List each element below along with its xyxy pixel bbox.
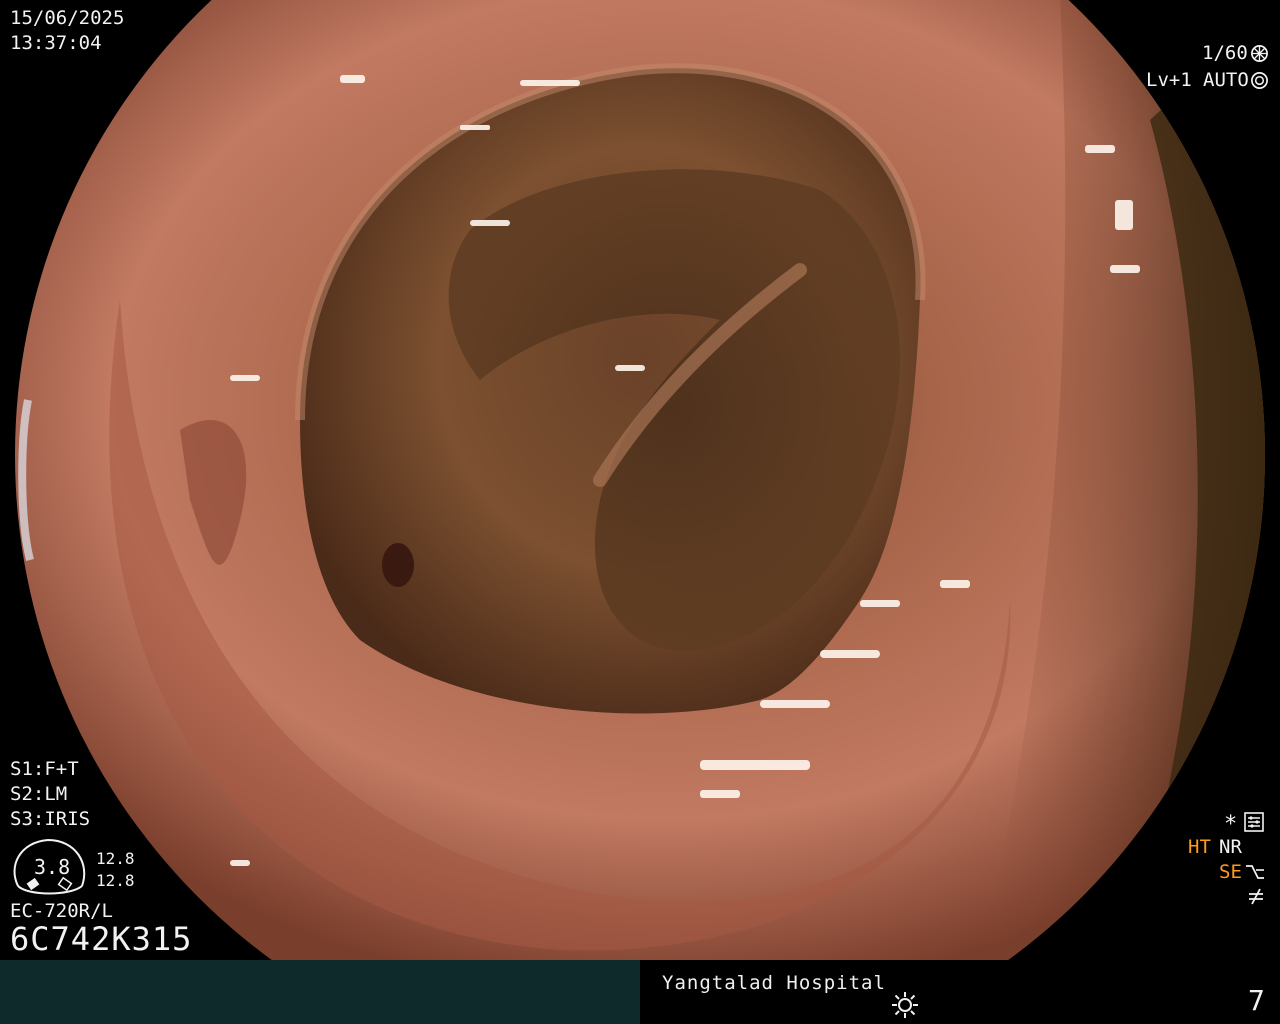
se-indicator: SE	[1219, 861, 1242, 883]
gauge-bottom-value: 12.8	[96, 871, 135, 890]
info-bar	[0, 960, 1280, 1024]
iris-icon	[1251, 72, 1268, 89]
endoscope-view	[0, 0, 1280, 960]
date-text: 15/06/2025	[10, 7, 125, 29]
time-text: 13:37:04	[10, 32, 102, 54]
settings-icon	[1244, 812, 1264, 832]
info-bar-left	[0, 960, 640, 1024]
s3-setting: S3:IRIS	[10, 808, 91, 830]
s2-setting: S2:LM	[10, 783, 68, 805]
level-text: Lv+1	[1146, 69, 1192, 91]
gauge-value: 3.8	[34, 855, 71, 879]
ht-indicator: HT	[1188, 836, 1211, 858]
shutter-text: 1/60	[1202, 42, 1248, 64]
sun-icon	[892, 992, 918, 1018]
aperture-icon	[1251, 45, 1268, 62]
hospital-name: Yangtalad Hospital	[662, 972, 886, 994]
star-indicator: *	[1224, 812, 1238, 837]
s1-setting: S1:F+T	[10, 758, 79, 780]
serial-number: 6C742K315	[10, 920, 193, 958]
nr-indicator: NR	[1219, 836, 1242, 858]
page-number: 7	[1248, 984, 1265, 1017]
not-equal-icon	[1249, 888, 1263, 905]
endoscope-image	[0, 0, 1280, 960]
iris-mode-text: AUTO	[1203, 69, 1249, 91]
structure-enhance-icon	[1246, 865, 1264, 879]
